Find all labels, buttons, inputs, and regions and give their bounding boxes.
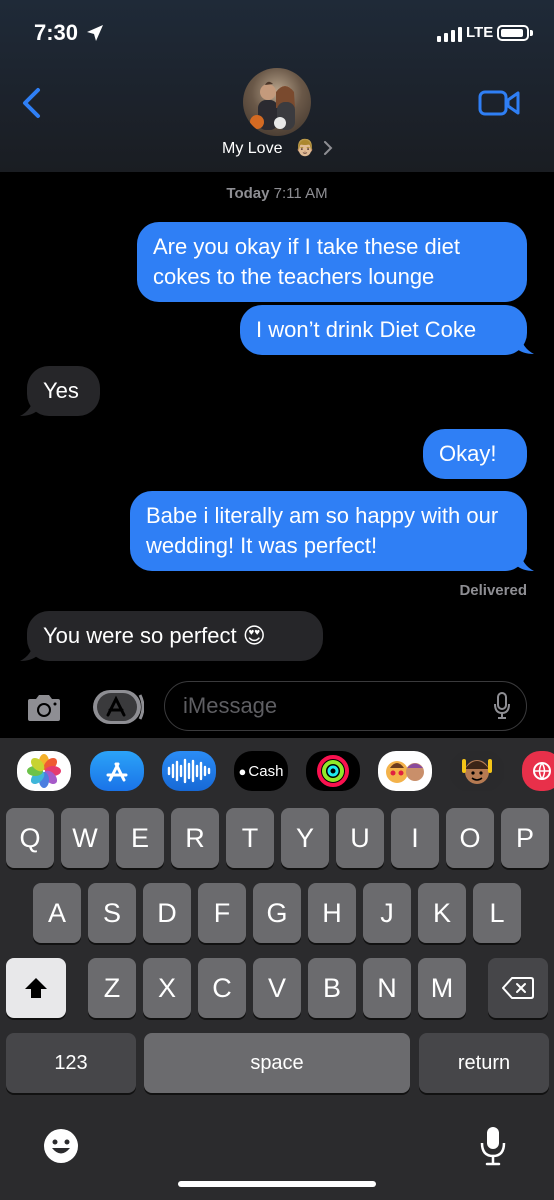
memoji-app-icon[interactable] [450,751,504,791]
key-f[interactable]: F [198,883,246,943]
delivered-status: Delivered [459,582,527,599]
dictation-icon[interactable] [479,1125,507,1167]
conversation-timestamp: Today 7:11 AM [0,185,554,202]
shift-icon [25,978,47,998]
key-i[interactable]: I [391,808,439,868]
key-t[interactable]: T [226,808,274,868]
microphone-icon[interactable] [493,692,511,720]
contact-avatar[interactable] [243,68,311,136]
message-bubble-outgoing[interactable]: Are you okay if I take these diet cokes … [137,222,527,302]
message-input-bar [0,672,554,738]
message-text: Babe i literally am so happy with our we… [146,503,499,558]
bubble-tail-incoming [20,641,38,661]
key-r[interactable]: R [171,808,219,868]
key-w[interactable]: W [61,808,109,868]
key-l[interactable]: L [473,883,521,943]
contact-name[interactable]: My Love [222,140,282,158]
key-p[interactable]: P [501,808,549,868]
app-store-icon[interactable] [92,689,145,725]
key-u[interactable]: U [336,808,384,868]
key-a[interactable]: A [33,883,81,943]
apple-cash-app-icon[interactable]: ● Cash [234,751,288,791]
conversation-header: 7:30 LTE My Love 👨🏼 [0,0,554,172]
message-bubble-outgoing[interactable]: Okay! [423,429,527,479]
message-bubble-incoming[interactable]: You were so perfect 😍 [27,611,323,661]
message-text: Okay! [439,441,497,466]
key-z[interactable]: Z [88,958,136,1018]
message-text: I won’t drink Diet Coke [256,317,477,342]
key-o[interactable]: O [446,808,494,868]
key-v[interactable]: V [253,958,301,1018]
apple-cash-label: Cash [248,762,284,780]
bubble-tail-incoming [20,396,38,416]
back-chevron-icon[interactable] [18,86,48,120]
key-y[interactable]: Y [281,808,329,868]
key-k[interactable]: K [418,883,466,943]
imessage-app-strip: ● Cash [0,738,554,804]
location-arrow-icon [87,25,103,41]
keyboard: ● Cash Q W E R T Y U I O P A S D F G H J… [0,738,554,1200]
message-text: You were so perfect 😍 [43,623,266,648]
message-bubble-outgoing[interactable]: I won’t drink Diet Coke [240,305,527,355]
key-c[interactable]: C [198,958,246,1018]
delete-icon [502,977,534,999]
message-text: Yes [43,378,79,403]
key-m[interactable]: M [418,958,466,1018]
imessage-input[interactable] [164,681,527,731]
status-time: 7:30 [34,20,79,45]
timestamp-day: Today [226,185,270,202]
home-indicator[interactable] [178,1181,376,1187]
key-j[interactable]: J [363,883,411,943]
video-call-icon[interactable] [478,88,520,118]
status-bar: 7:30 LTE [0,0,554,66]
numbers-key[interactable]: 123 [6,1033,136,1093]
web-app-icon[interactable] [522,751,554,791]
bubble-tail-outgoing [516,334,534,354]
key-b[interactable]: B [308,958,356,1018]
shift-key[interactable] [6,958,66,1018]
photos-app-icon[interactable] [17,751,71,791]
delete-key[interactable] [488,958,548,1018]
bubble-tail-outgoing [516,551,534,571]
space-key[interactable]: space [144,1033,410,1093]
app-store-app-icon[interactable] [90,751,144,791]
message-text: Are you okay if I take these diet cokes … [153,234,460,289]
chevron-right-icon[interactable] [323,141,333,155]
key-e[interactable]: E [116,808,164,868]
key-q[interactable]: Q [6,808,54,868]
key-g[interactable]: G [253,883,301,943]
battery-icon [497,25,533,41]
timestamp-time: 7:11 AM [273,185,328,202]
memoji-stickers-app-icon[interactable] [378,751,432,791]
camera-icon[interactable] [24,692,64,724]
key-x[interactable]: X [143,958,191,1018]
key-n[interactable]: N [363,958,411,1018]
key-h[interactable]: H [308,883,356,943]
key-s[interactable]: S [88,883,136,943]
audio-message-app-icon[interactable] [162,751,216,791]
return-key[interactable]: return [419,1033,549,1093]
message-bubble-outgoing[interactable]: Babe i literally am so happy with our we… [130,491,527,571]
activity-app-icon[interactable] [306,751,360,791]
signal-icon [437,24,462,42]
emoji-icon[interactable] [42,1127,80,1165]
network-type: LTE [466,24,494,41]
contact-emoji: 👨🏼 [295,140,315,157]
key-d[interactable]: D [143,883,191,943]
